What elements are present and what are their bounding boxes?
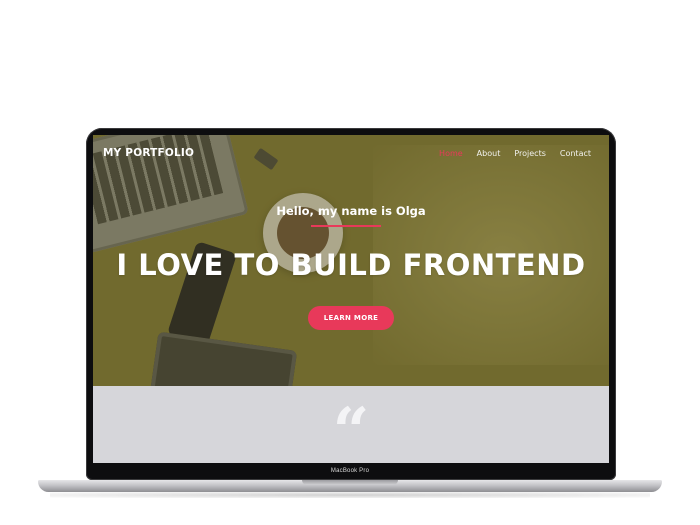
nav-item-about[interactable]: About (477, 149, 501, 158)
nav-item-projects[interactable]: Projects (514, 149, 546, 158)
laptop-model-label: MacBook Pro (330, 468, 370, 474)
hero-section: MY PORTFOLIO Home About Projects Contact… (93, 135, 609, 386)
nav-item-contact[interactable]: Contact (560, 149, 591, 158)
laptop-shadow (50, 492, 650, 498)
site-logo[interactable]: MY PORTFOLIO (103, 147, 194, 159)
nav-item-home[interactable]: Home (439, 149, 463, 158)
main-nav: Home About Projects Contact (439, 149, 591, 158)
learn-more-button[interactable]: LEARN MORE (308, 306, 394, 330)
hero-greeting: Hello, my name is Olga (276, 204, 426, 218)
screen: MY PORTFOLIO Home About Projects Contact… (93, 135, 609, 463)
hero-headline: I LOVE TO BUILD FRONTEND (116, 248, 586, 282)
greeting-underline (311, 225, 381, 227)
quote-icon: “ (332, 394, 370, 464)
testimonial-section: “ (93, 386, 609, 463)
laptop-base-notch (302, 480, 398, 485)
